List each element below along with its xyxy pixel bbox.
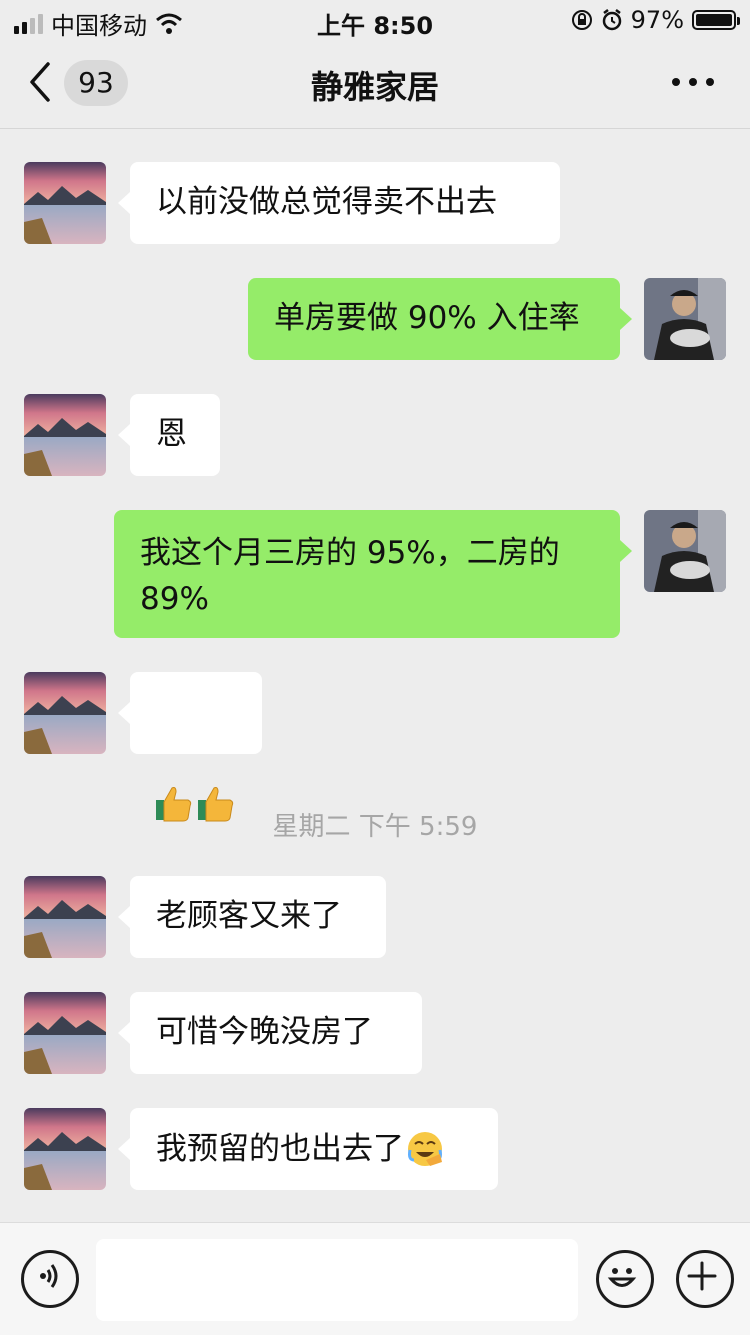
incoming-message[interactable]: 以前没做总觉得卖不出去 [118,162,560,244]
message-text: 以前没做总觉得卖不出去 [156,184,497,220]
contact-avatar[interactable] [24,672,106,754]
contact-avatar[interactable] [24,876,106,958]
message-text: 可惜今晚没房了 [156,1014,373,1050]
facepalm-laugh-icon [408,1132,442,1166]
timestamp-divider: 星期二 下午 5:59 [272,812,478,842]
contact-avatar[interactable] [24,394,106,476]
incoming-message[interactable] [118,672,262,822]
chat-header: 93 静雅家居 [0,40,750,129]
chat-title: 静雅家居 [310,68,439,106]
message-text: 单房要做 90% 入住率 [274,300,580,336]
contact-avatar[interactable] [24,162,106,244]
contact-avatar[interactable] [24,992,106,1074]
more-options-icon[interactable] [672,78,714,86]
voice-input-icon[interactable] [21,1250,79,1308]
battery-icon [692,10,740,30]
contact-avatar[interactable] [24,1108,106,1190]
outgoing-message[interactable]: 我这个月三房的 95%，二房的 89% [114,510,632,638]
incoming-message[interactable]: 我预留的也出去了 [118,1108,498,1190]
message-text: 我这个月三房的 95%，二房的 89% [140,535,570,617]
status-bar: 中国移动 上午 8:50 97% [0,0,750,40]
outgoing-message[interactable]: 单房要做 90% 入住率 [248,278,632,360]
incoming-message[interactable]: 恩 [118,394,220,476]
add-more-icon[interactable] [676,1250,734,1308]
my-avatar[interactable] [644,278,726,360]
message-text: 老顾客又来了 [156,898,342,934]
incoming-message[interactable]: 老顾客又来了 [118,876,386,958]
chat-input-bar [0,1222,750,1335]
message-text: 我预留的也出去了 [156,1131,404,1167]
message-input[interactable] [96,1239,578,1321]
message-text: 恩 [156,416,187,452]
alarm-icon [602,9,621,31]
rotation-lock-icon [571,10,592,30]
emoji-icon[interactable] [596,1250,654,1308]
my-avatar[interactable] [644,510,726,592]
battery-percent: 97% [630,6,684,34]
incoming-message[interactable]: 可惜今晚没房了 [118,992,422,1074]
